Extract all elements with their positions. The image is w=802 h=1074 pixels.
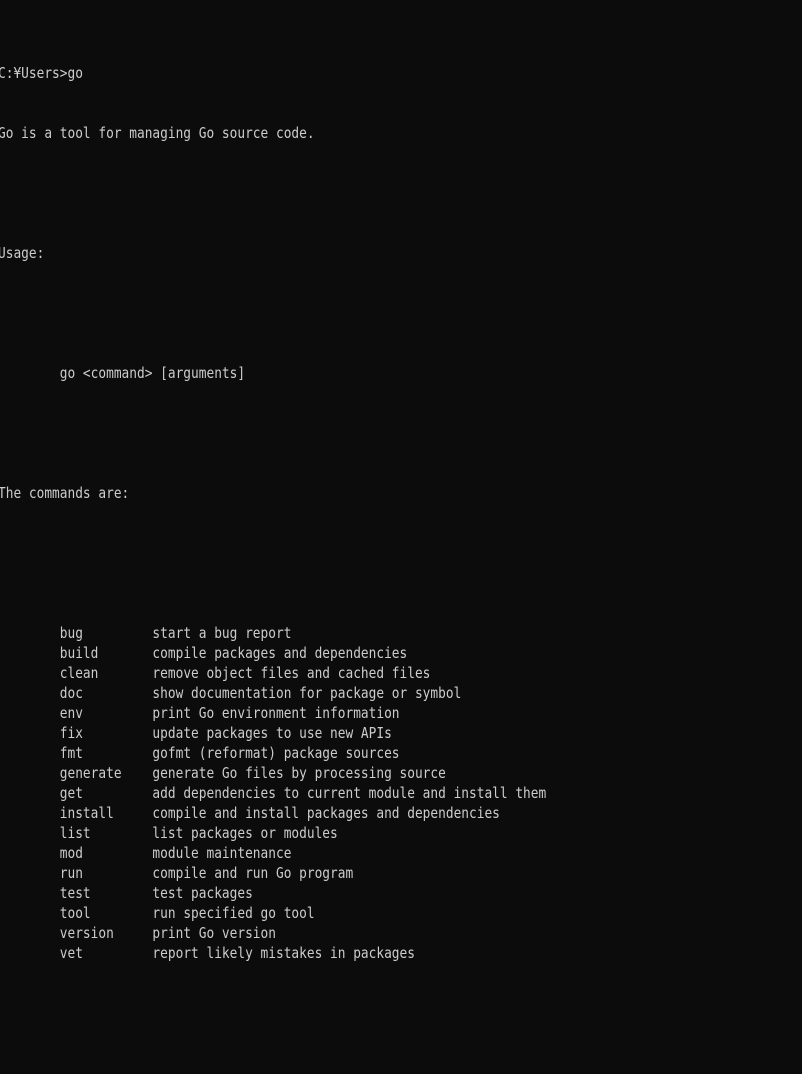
command-row-description: run specified go tool <box>152 904 315 922</box>
command-row-name: version <box>0 924 153 942</box>
command-row-name: fix <box>0 724 153 742</box>
command-row-name: fmt <box>0 744 153 762</box>
command-row-description: start a bug report <box>152 624 292 642</box>
command-row: version print Go version <box>0 923 692 943</box>
terminal-screen: C:¥Users>go Go is a tool for managing Go… <box>0 3 802 1074</box>
terminal-line-usage-heading: Usage: <box>0 244 45 262</box>
command-row-name: doc <box>0 684 153 702</box>
command-row: mod module maintenance <box>0 843 692 863</box>
command-row: run compile and run Go program <box>0 863 692 883</box>
command-row-description: show documentation for package or symbol <box>152 684 462 702</box>
command-row-description: compile packages and dependencies <box>152 644 408 662</box>
command-row-name: build <box>0 644 153 662</box>
command-row-description: compile and run Go program <box>152 864 354 882</box>
command-row-description: update packages to use new APIs <box>152 724 392 742</box>
command-row-description: test packages <box>152 884 253 902</box>
command-row: install compile and install packages and… <box>0 803 692 823</box>
terminal-line-commands-heading: The commands are: <box>0 484 130 502</box>
commands-list: bug start a bug report build compile pac… <box>0 623 802 963</box>
command-row-name: run <box>0 864 153 882</box>
command-row: test test packages <box>0 883 692 903</box>
command-row-description: gofmt (reformat) package sources <box>152 744 400 762</box>
command-row: bug start a bug report <box>0 623 692 643</box>
command-row-description: compile and install packages and depende… <box>152 804 500 822</box>
command-row-description: report likely mistakes in packages <box>152 944 415 962</box>
terminal-line-intro: Go is a tool for managing Go source code… <box>0 124 315 142</box>
command-row-description: module maintenance <box>152 844 292 862</box>
command-row-name: get <box>0 784 153 802</box>
terminal-window[interactable]: C:¥Users>go Go is a tool for managing Go… <box>0 0 802 1074</box>
terminal-line-prompt-command: C:¥Users>go <box>0 64 83 82</box>
command-row-name: vet <box>0 944 153 962</box>
command-row-name: mod <box>0 844 153 862</box>
command-row: fix update packages to use new APIs <box>0 723 692 743</box>
command-row-name: env <box>0 704 153 722</box>
command-row-name: tool <box>0 904 153 922</box>
command-row: tool run specified go tool <box>0 903 692 923</box>
command-row-description: list packages or modules <box>152 824 338 842</box>
command-row-name: bug <box>0 624 153 642</box>
command-row-name: clean <box>0 664 153 682</box>
command-row-name: generate <box>0 764 153 782</box>
terminal-line-usage-syntax: go <command> [arguments] <box>0 364 246 382</box>
command-row-description: print Go environment information <box>152 704 400 722</box>
command-row: build compile packages and dependencies <box>0 643 692 663</box>
command-row: env print Go environment information <box>0 703 692 723</box>
command-row: list list packages or modules <box>0 823 692 843</box>
command-row-name: install <box>0 804 153 822</box>
command-row: fmt gofmt (reformat) package sources <box>0 743 692 763</box>
command-row: get add dependencies to current module a… <box>0 783 692 803</box>
command-row-description: remove object files and cached files <box>152 664 431 682</box>
command-row: clean remove object files and cached fil… <box>0 663 692 683</box>
command-row: doc show documentation for package or sy… <box>0 683 692 703</box>
command-row-name: list <box>0 824 153 842</box>
command-row-description: print Go version <box>152 924 276 942</box>
command-row: vet report likely mistakes in packages <box>0 943 692 963</box>
command-row: generate generate Go files by processing… <box>0 763 692 783</box>
command-row-description: add dependencies to current module and i… <box>152 784 547 802</box>
command-row-name: test <box>0 884 153 902</box>
command-row-description: generate Go files by processing source <box>152 764 446 782</box>
